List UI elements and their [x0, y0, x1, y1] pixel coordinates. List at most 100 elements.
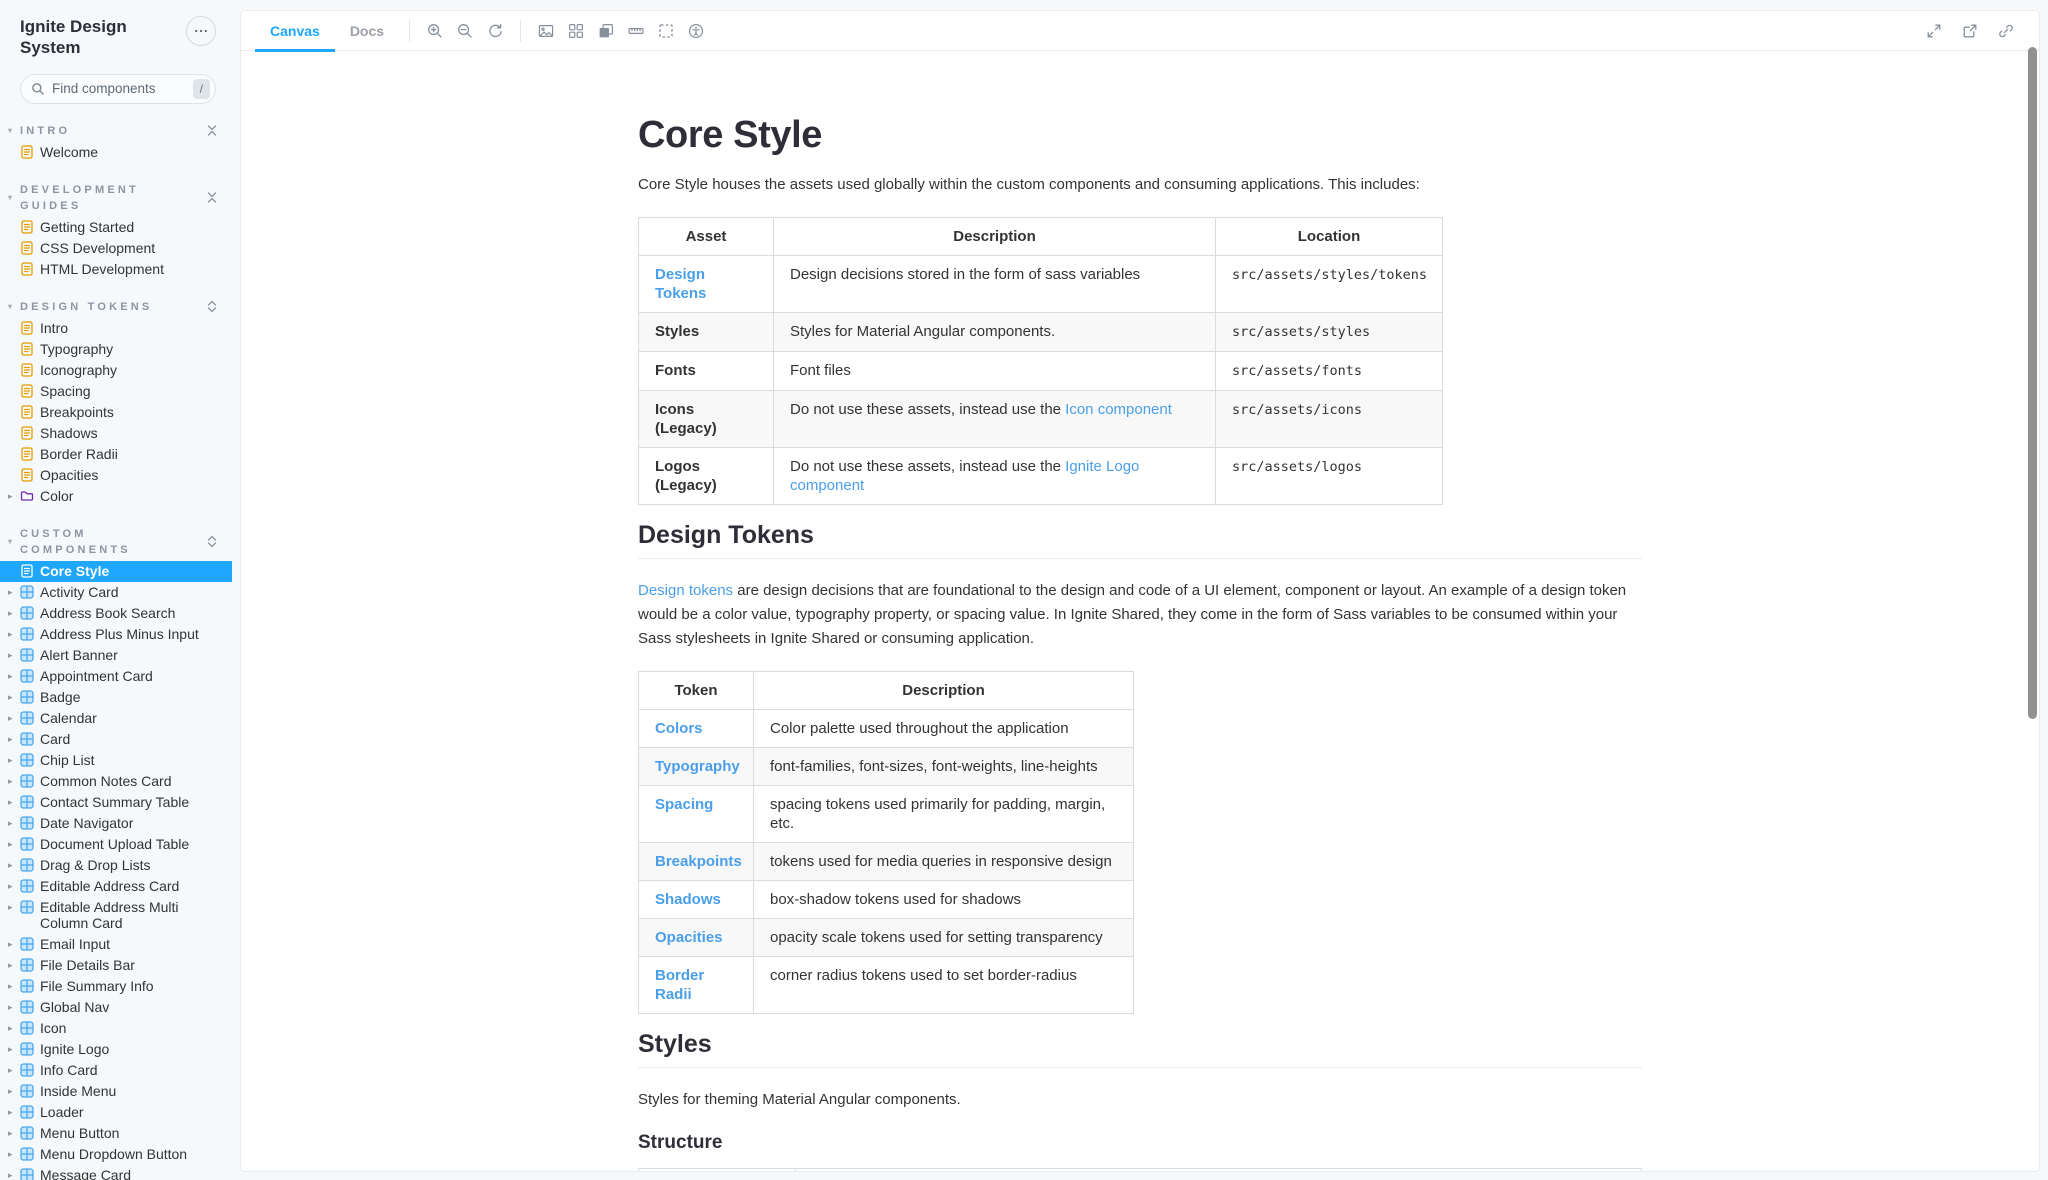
- sidebar-item-common-notes-card[interactable]: ▸Common Notes Card: [0, 771, 232, 792]
- sidebar-item-border-radii[interactable]: Border Radii: [0, 444, 232, 465]
- expand-section-icon[interactable]: [206, 300, 218, 313]
- sidebar-item-opacities[interactable]: Opacities: [0, 465, 232, 486]
- sidebar-item-color[interactable]: ▸Color: [0, 486, 232, 507]
- sidebar-item-typography[interactable]: Typography: [0, 339, 232, 360]
- sidebar-item-address-book-search[interactable]: ▸Address Book Search: [0, 603, 232, 624]
- zoom-reset-icon[interactable]: [480, 16, 510, 46]
- expand-section-icon[interactable]: [206, 535, 218, 548]
- copy-link-icon[interactable]: [1991, 16, 2021, 46]
- expand-caret-icon[interactable]: ▸: [8, 1083, 20, 1099]
- sidebar-item-message-card[interactable]: ▸Message Card: [0, 1165, 232, 1180]
- expand-caret-icon[interactable]: ▸: [8, 584, 20, 600]
- doc-link[interactable]: Design Tokens: [655, 266, 706, 302]
- expand-caret-icon[interactable]: ▸: [8, 1167, 20, 1180]
- search-input[interactable]: Find components /: [20, 74, 216, 104]
- expand-caret-icon[interactable]: ▸: [8, 836, 20, 852]
- sidebar-item-intro[interactable]: Intro: [0, 318, 232, 339]
- open-external-icon[interactable]: [1955, 16, 1985, 46]
- expand-caret-icon[interactable]: ▸: [8, 978, 20, 994]
- tab-docs[interactable]: Docs: [335, 11, 399, 51]
- measure-ruler-icon[interactable]: [621, 16, 651, 46]
- expand-caret-icon[interactable]: ▸: [8, 857, 20, 873]
- sidebar-item-icon[interactable]: ▸Icon: [0, 1018, 232, 1039]
- doc-link[interactable]: Design tokens: [638, 582, 733, 599]
- sidebar-item-breakpoints[interactable]: Breakpoints: [0, 402, 232, 423]
- tab-canvas[interactable]: Canvas: [255, 11, 335, 51]
- collapse-section-icon[interactable]: [206, 191, 218, 204]
- section-caret-icon[interactable]: ▾: [8, 190, 20, 206]
- section-header-development-guides[interactable]: ▾ DEVELOPMENT GUIDES: [0, 179, 232, 217]
- scrollbar-thumb[interactable]: [2028, 47, 2037, 719]
- sidebar-item-getting-started[interactable]: Getting Started: [0, 217, 232, 238]
- expand-caret-icon[interactable]: ▸: [8, 605, 20, 621]
- sidebar-item-badge[interactable]: ▸Badge: [0, 687, 232, 708]
- sidebar-item-email-input[interactable]: ▸Email Input: [0, 934, 232, 955]
- sidebar-item-activity-card[interactable]: ▸Activity Card: [0, 582, 232, 603]
- sidebar-item-address-plus-minus-input[interactable]: ▸Address Plus Minus Input: [0, 624, 232, 645]
- expand-caret-icon[interactable]: ▸: [8, 936, 20, 952]
- sidebar-item-iconography[interactable]: Iconography: [0, 360, 232, 381]
- grid-icon[interactable]: [561, 16, 591, 46]
- expand-caret-icon[interactable]: ▸: [8, 689, 20, 705]
- fullscreen-icon[interactable]: [1919, 16, 1949, 46]
- expand-caret-icon[interactable]: ▸: [8, 999, 20, 1015]
- section-caret-icon[interactable]: ▾: [8, 299, 20, 315]
- sidebar-item-calendar[interactable]: ▸Calendar: [0, 708, 232, 729]
- doc-link[interactable]: Breakpoints: [655, 853, 742, 870]
- section-header-custom-components[interactable]: ▾ CUSTOM COMPONENTS: [0, 523, 232, 561]
- sidebar-item-ignite-logo[interactable]: ▸Ignite Logo: [0, 1039, 232, 1060]
- sidebar-item-shadows[interactable]: Shadows: [0, 423, 232, 444]
- sidebar-item-welcome[interactable]: Welcome: [0, 142, 232, 163]
- zoom-out-icon[interactable]: [450, 16, 480, 46]
- section-header-intro[interactable]: ▾ INTRO: [0, 120, 232, 142]
- viewport-size-icon[interactable]: [591, 16, 621, 46]
- expand-caret-icon[interactable]: ▸: [8, 1146, 20, 1162]
- expand-caret-icon[interactable]: ▸: [8, 626, 20, 642]
- expand-caret-icon[interactable]: ▸: [8, 899, 20, 915]
- sidebar-item-drag-drop-lists[interactable]: ▸Drag & Drop Lists: [0, 855, 232, 876]
- doc-link[interactable]: Shadows: [655, 891, 721, 908]
- sidebar-item-appointment-card[interactable]: ▸Appointment Card: [0, 666, 232, 687]
- sidebar-item-info-card[interactable]: ▸Info Card: [0, 1060, 232, 1081]
- expand-caret-icon[interactable]: ▸: [8, 1125, 20, 1141]
- expand-caret-icon[interactable]: ▸: [8, 647, 20, 663]
- outline-icon[interactable]: [651, 16, 681, 46]
- sidebar-item-global-nav[interactable]: ▸Global Nav: [0, 997, 232, 1018]
- doc-link[interactable]: Colors: [655, 720, 703, 737]
- sidebar-item-editable-address-multi-column-card[interactable]: ▸Editable Address Multi Column Card: [0, 897, 232, 934]
- section-header-design-tokens[interactable]: ▾ DESIGN TOKENS: [0, 296, 232, 318]
- doc-link[interactable]: Opacities: [655, 929, 723, 946]
- sidebar-item-editable-address-card[interactable]: ▸Editable Address Card: [0, 876, 232, 897]
- expand-caret-icon[interactable]: ▸: [8, 773, 20, 789]
- expand-caret-icon[interactable]: ▸: [8, 957, 20, 973]
- sidebar-item-file-summary-info[interactable]: ▸File Summary Info: [0, 976, 232, 997]
- sidebar-item-chip-list[interactable]: ▸Chip List: [0, 750, 232, 771]
- sidebar-item-spacing[interactable]: Spacing: [0, 381, 232, 402]
- doc-link[interactable]: Spacing: [655, 796, 713, 813]
- doc-link[interactable]: Typography: [655, 758, 740, 775]
- sidebar-item-html-development[interactable]: HTML Development: [0, 259, 232, 280]
- sidebar-item-card[interactable]: ▸Card: [0, 729, 232, 750]
- section-caret-icon[interactable]: ▾: [8, 123, 20, 139]
- sidebar-item-contact-summary-table[interactable]: ▸Contact Summary Table: [0, 792, 232, 813]
- expand-caret-icon[interactable]: ▸: [8, 815, 20, 831]
- sidebar-item-file-details-bar[interactable]: ▸File Details Bar: [0, 955, 232, 976]
- expand-caret-icon[interactable]: ▸: [8, 1041, 20, 1057]
- doc-link[interactable]: Border Radii: [655, 967, 704, 1003]
- sidebar-item-menu-button[interactable]: ▸Menu Button: [0, 1123, 232, 1144]
- expand-caret-icon[interactable]: ▸: [8, 710, 20, 726]
- sidebar-item-core-style[interactable]: Core Style: [0, 561, 232, 582]
- sidebar-menu-button[interactable]: [186, 16, 216, 46]
- expand-caret-icon[interactable]: ▸: [8, 752, 20, 768]
- sidebar-item-date-navigator[interactable]: ▸Date Navigator: [0, 813, 232, 834]
- sidebar-item-inside-menu[interactable]: ▸Inside Menu: [0, 1081, 232, 1102]
- background-icon[interactable]: [531, 16, 561, 46]
- expand-caret-icon[interactable]: ▸: [8, 878, 20, 894]
- section-caret-icon[interactable]: ▾: [8, 534, 20, 550]
- expand-caret-icon[interactable]: ▸: [8, 1062, 20, 1078]
- expand-caret-icon[interactable]: ▸: [8, 731, 20, 747]
- expand-caret-icon[interactable]: ▸: [8, 1104, 20, 1120]
- collapse-section-icon[interactable]: [206, 124, 218, 137]
- expand-caret-icon[interactable]: ▸: [8, 488, 20, 504]
- sidebar-item-document-upload-table[interactable]: ▸Document Upload Table: [0, 834, 232, 855]
